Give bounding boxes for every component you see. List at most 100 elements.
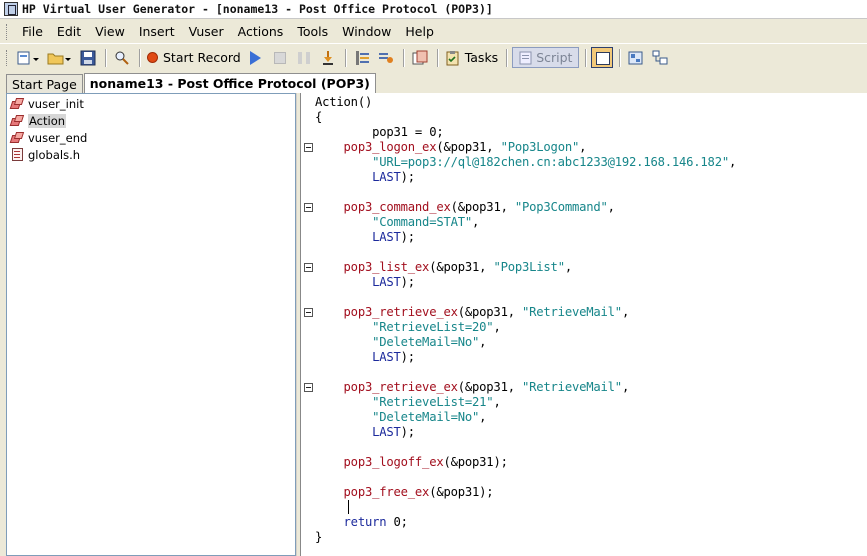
toolbar-separator [436, 48, 439, 67]
tree-item-vuser-end[interactable]: vuser_end [7, 129, 295, 146]
menu-bar: File Edit View Insert Vuser Actions Tool… [0, 21, 867, 42]
code-line[interactable]: pop3_list_ex(&pop31, "Pop3List", [315, 260, 573, 275]
code-line[interactable]: "DeleteMail=No", [315, 410, 486, 425]
code-token: "Pop3List" [493, 260, 565, 274]
code-token: "RetrieveList=20" [315, 320, 494, 334]
menu-insert[interactable]: Insert [132, 24, 182, 39]
code-line[interactable]: "RetrieveList=20", [315, 320, 501, 335]
menu-actions[interactable]: Actions [231, 24, 291, 39]
code-line[interactable]: pop3_command_ex(&pop31, "Pop3Command", [315, 200, 615, 215]
tasks-button[interactable]: Tasks [443, 47, 501, 69]
insert-step-button[interactable] [409, 47, 431, 69]
code-line[interactable]: LAST); [315, 230, 415, 245]
open-button[interactable] [45, 47, 75, 69]
toggle-breakpoint-button[interactable] [351, 47, 373, 69]
menu-tools[interactable]: Tools [290, 24, 335, 39]
code-line[interactable]: } [315, 530, 322, 545]
collapse-block-icon[interactable] [304, 308, 313, 317]
code-line[interactable]: pop3_logoff_ex(&pop31); [315, 455, 508, 470]
run-button[interactable] [245, 47, 267, 69]
find-button[interactable] [111, 47, 133, 69]
code-line[interactable]: pop31 = 0; [315, 125, 444, 140]
bookmark-button[interactable] [375, 47, 397, 69]
code-line[interactable]: "Command=STAT", [315, 215, 479, 230]
code-token: "DeleteMail=No" [315, 410, 480, 424]
code-line[interactable]: pop3_free_ex(&pop31); [315, 485, 494, 500]
code-token: , [621, 305, 630, 319]
code-line[interactable]: { [315, 110, 322, 125]
code-token: pop31 = 0; [315, 125, 444, 139]
code-line[interactable]: LAST); [315, 425, 415, 440]
code-token: , [728, 155, 737, 169]
tab-start-page[interactable]: Start Page [6, 74, 83, 93]
code-token: LAST [315, 425, 401, 439]
tree-view-icon [652, 50, 668, 64]
code-token: { [315, 110, 323, 124]
toolbar-grip[interactable] [6, 49, 9, 66]
start-record-button[interactable]: Start Record [145, 47, 243, 69]
code-token: , [579, 140, 587, 154]
code-line[interactable]: pop3_logon_ex(&pop31, "Pop3Logon", [315, 140, 587, 155]
new-script-button[interactable] [15, 47, 43, 69]
tree-item-globals-h[interactable]: globals.h [7, 146, 295, 163]
code-token: pop3_retrieve_ex [315, 305, 458, 319]
code-line[interactable]: LAST); [315, 275, 415, 290]
code-token: "DeleteMail=No" [315, 335, 480, 349]
toolbar-separator [139, 48, 141, 67]
menu-file[interactable]: File [15, 24, 50, 39]
collapse-block-icon[interactable] [304, 263, 313, 272]
tree-item-label: globals.h [28, 147, 81, 162]
new-script-icon [17, 51, 39, 64]
code-line[interactable]: "URL=pop3://ql@182chen.cn:abc1233@192.16… [315, 155, 736, 170]
text-cursor [348, 500, 349, 514]
code-line[interactable]: LAST); [315, 170, 415, 185]
code-line[interactable]: Action() [315, 95, 372, 110]
toolbar-separator [344, 48, 347, 67]
code-line[interactable]: pop3_retrieve_ex(&pop31, "RetrieveMail", [315, 380, 630, 395]
tree-view-button[interactable] [649, 47, 671, 69]
code-line[interactable]: LAST); [315, 350, 415, 365]
menu-edit[interactable]: Edit [50, 24, 88, 39]
pause-button[interactable] [293, 47, 315, 69]
code-line[interactable]: "RetrieveList=21", [315, 395, 501, 410]
tasks-label: Tasks [464, 50, 499, 65]
code-token: ); [400, 230, 415, 244]
code-token: , [493, 395, 501, 409]
menu-vuser[interactable]: Vuser [182, 24, 231, 39]
menu-grip[interactable] [6, 23, 9, 40]
menu-view[interactable]: View [88, 24, 132, 39]
script-editor[interactable]: Action(){ pop31 = 0; pop3_logon_ex(&pop3… [300, 93, 867, 556]
output-window-toggle[interactable] [591, 47, 614, 68]
step-button[interactable] [317, 47, 339, 69]
code-token: LAST [315, 230, 401, 244]
breakpoint-icon [355, 50, 369, 65]
code-token: , [493, 320, 501, 334]
tab-script-noname13[interactable]: noname13 - Post Office Protocol (POP3) [83, 73, 376, 93]
document-tabs: Start Page noname13 - Post Office Protoc… [0, 73, 867, 93]
collapse-block-icon[interactable] [304, 383, 313, 392]
script-icon [519, 51, 532, 64]
start-record-label: Start Record [163, 50, 241, 65]
stop-button[interactable] [269, 47, 291, 69]
code-line[interactable]: pop3_retrieve_ex(&pop31, "RetrieveMail", [315, 305, 630, 320]
code-token: LAST [315, 170, 401, 184]
editor-gutter [301, 93, 315, 556]
vugen-app-icon[interactable] [4, 2, 18, 16]
code-token: pop3_list_ex [315, 260, 430, 274]
tree-item-vuser-init[interactable]: vuser_init [7, 95, 295, 112]
code-token: LAST [315, 275, 401, 289]
collapse-block-icon[interactable] [304, 143, 313, 152]
collapse-block-icon[interactable] [304, 203, 313, 212]
code-line[interactable]: return 0; [315, 515, 408, 530]
menu-help[interactable]: Help [398, 24, 441, 39]
thumbnail-view-button[interactable] [625, 47, 647, 69]
save-button[interactable] [77, 47, 99, 69]
script-view-button[interactable]: Script [512, 47, 580, 68]
code-token: (&pop31, [457, 380, 522, 394]
code-token: "Command=STAT" [315, 215, 473, 229]
menu-window[interactable]: Window [335, 24, 398, 39]
tree-item-action[interactable]: Action [7, 112, 295, 129]
code-line[interactable]: "DeleteMail=No", [315, 335, 486, 350]
code-token: 0; [386, 515, 409, 529]
thumbnail-icon [628, 51, 643, 64]
